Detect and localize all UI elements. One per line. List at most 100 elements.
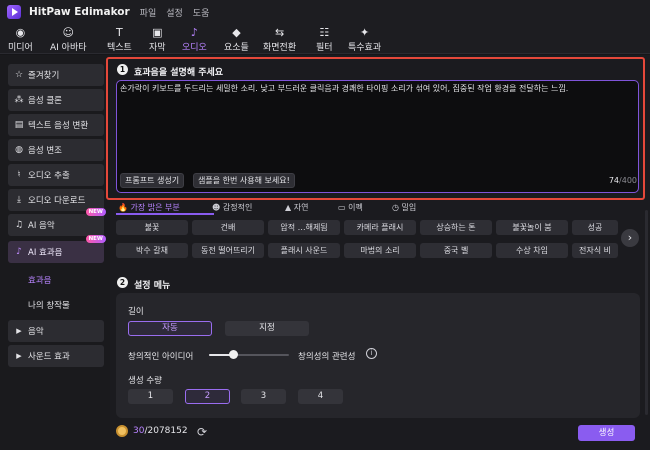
count-option-3[interactable]: 3 [241, 389, 286, 404]
tab-clock[interactable]: ◷ 밀입 [392, 202, 416, 213]
chip[interactable]: 불꽃 [116, 220, 188, 235]
tool-audio[interactable]: ♪ 오디오 [182, 26, 207, 53]
tool-subtitle[interactable]: ▣ 자막 [149, 26, 166, 53]
refresh-icon[interactable]: ⟳ [197, 425, 207, 439]
slider-left-label: 창의적인 아이디어 [128, 352, 194, 362]
effects-icon: ✦ [359, 26, 370, 39]
avatar-icon: ☺ [62, 26, 74, 39]
tool-media[interactable]: ◉ 미디어 [8, 26, 33, 53]
menu-settings[interactable]: 설정 [166, 6, 183, 19]
chip[interactable]: 박수 갈채 [116, 243, 188, 258]
star-icon: ☆ [14, 70, 24, 80]
sidebar-item-tts[interactable]: ▤ 텍스트 음성 변환 [8, 114, 104, 136]
caret-right-icon: ▶ [16, 352, 22, 360]
sidebar-item-music[interactable]: ▶ 음악 [8, 320, 104, 342]
tool-effects[interactable]: ✦ 특수효과 [348, 26, 381, 53]
sidebar-item-label: 음성 변조 [28, 146, 62, 156]
tab-nature[interactable]: ▲ 자연 [285, 202, 308, 213]
scrollbar[interactable] [645, 210, 648, 415]
prompt-generator-button[interactable]: 프롬프트 생성기 [120, 173, 185, 188]
sidebar-item-label: 오디오 추출 [28, 171, 70, 181]
sidebar-sub-my-creations[interactable]: 나의 창작물 [28, 299, 70, 311]
sidebar-item-favorites[interactable]: ☆ 즐겨찾기 [8, 64, 104, 86]
tool-elements[interactable]: ◆ 요소들 [224, 26, 249, 53]
sidebar-item-ai-sound-effect[interactable]: ♪ AI 효과음 NEW [8, 235, 106, 263]
chip[interactable]: 전자식 비 [572, 243, 618, 258]
sidebar-sub-sound-effect[interactable]: 효과음 [28, 274, 51, 286]
chip[interactable]: 마법의 소리 [344, 243, 416, 258]
description-title: 효과음을 설명해 주세요 [134, 68, 224, 78]
tool-label: 자막 [149, 43, 166, 53]
text-icon: T [116, 26, 123, 39]
tool-label: 미디어 [8, 43, 33, 53]
tts-icon: ▤ [14, 120, 24, 130]
sidebar-item-voice-clone[interactable]: ⁂ 음성 클론 [8, 89, 104, 111]
media-icon: ◉ [15, 26, 26, 39]
menu-help[interactable]: 도움 [193, 6, 210, 19]
tab-emotional[interactable]: ☻ 감정적인 [212, 202, 252, 213]
audio-icon: ♪ [190, 26, 198, 39]
tool-label: 텍스트 [107, 43, 132, 53]
sidebar-item-label: AI 음악 [28, 221, 55, 231]
sidebar-item-label: AI 효과음 [28, 248, 63, 258]
char-max: /400 [619, 176, 637, 185]
char-counter: 74/400 [609, 176, 637, 185]
tool-label: AI 아바타 [50, 43, 87, 53]
tab-underline [116, 213, 214, 215]
chip[interactable]: 건배 [192, 220, 264, 235]
tab-label: 가장 밝은 부분 [130, 203, 180, 212]
transition-icon: ⇆ [274, 26, 285, 39]
tool-text[interactable]: T 텍스트 [107, 26, 132, 53]
credits-display: 30 /2078152 [116, 425, 188, 437]
tab-effect[interactable]: ▭ 이펙 [338, 202, 363, 213]
tab-highlights[interactable]: 🔥 가장 밝은 부분 [118, 202, 180, 213]
chip[interactable]: 중국 벨 [420, 243, 492, 258]
sidebar-item-audio-extract[interactable]: ♮ 오디오 추출 [8, 164, 104, 186]
main-toolbar: ◉ 미디어 ☺ AI 아바타 T 텍스트 ▣ 자막 ♪ 오디오 ◆ 요소들 ⇆ … [0, 24, 650, 54]
tree-icon: ▲ [285, 203, 294, 212]
slider-right-label: 창의성의 관련성 [298, 352, 356, 362]
tool-filter[interactable]: ☷ 필터 [316, 26, 333, 53]
length-auto-option[interactable]: 자동 [128, 321, 212, 336]
tool-label: 필터 [316, 43, 333, 53]
tool-label: 오디오 [182, 43, 207, 53]
step-number: 1 [117, 64, 128, 75]
chip[interactable]: 플래시 사운드 [268, 243, 340, 258]
char-count: 74 [608, 176, 620, 185]
length-custom-option[interactable]: 지정 [225, 321, 309, 336]
elements-icon: ◆ [232, 26, 241, 39]
sidebar-item-label: 사운드 효과 [28, 352, 70, 362]
chip[interactable]: 상승하는 톤 [420, 220, 492, 235]
try-sample-button[interactable]: 샘플을 한번 사용해 보세요! [193, 173, 295, 188]
count-option-4[interactable]: 4 [298, 389, 343, 404]
info-icon[interactable]: i [366, 348, 377, 359]
step-number: 2 [117, 277, 128, 288]
count-option-1[interactable]: 1 [128, 389, 173, 404]
tool-transition[interactable]: ⇆ 화면전환 [263, 26, 296, 53]
sidebar-item-label: 오디오 다운로드 [28, 196, 86, 206]
fire-icon: 🔥 [118, 203, 131, 212]
menu-file[interactable]: 파일 [140, 6, 157, 19]
clock-icon: ◷ [392, 203, 402, 212]
chip[interactable]: 카메라 플래시 [344, 220, 416, 235]
sidebar-item-label: 음성 클론 [28, 96, 62, 106]
voice-change-icon: ◍ [15, 145, 23, 155]
tool-ai-avatar[interactable]: ☺ AI 아바타 [50, 26, 87, 53]
generate-button[interactable]: 생성 [578, 425, 635, 441]
sidebar-item-sound-effects[interactable]: ▶ 사운드 효과 [8, 345, 104, 367]
description-text: 손가락이 키보드를 두드리는 세밀한 소리. 낮고 부드러운 클릭음과 경쾌한 … [120, 84, 569, 93]
chip[interactable]: 압적 …해제됨 [268, 220, 340, 235]
chip[interactable]: 불꽃놀이 붐 [496, 220, 568, 235]
chip[interactable]: 수상 차임 [496, 243, 568, 258]
tool-label: 요소들 [224, 43, 249, 53]
chip[interactable]: 성공 [572, 220, 618, 235]
chevron-right-icon[interactable]: › [621, 229, 639, 247]
new-badge: NEW [85, 235, 106, 243]
slider-handle[interactable] [229, 350, 238, 359]
chip[interactable]: 동전 떨어뜨리기 [192, 243, 264, 258]
sidebar-item-voice-change[interactable]: ◍ 음성 변조 [8, 139, 104, 161]
sidebar-item-ai-music[interactable]: ♫ AI 음악 NEW [8, 208, 106, 236]
subtitle-icon: ▣ [152, 26, 163, 39]
count-option-2[interactable]: 2 [185, 389, 230, 404]
new-badge: NEW [85, 208, 106, 216]
